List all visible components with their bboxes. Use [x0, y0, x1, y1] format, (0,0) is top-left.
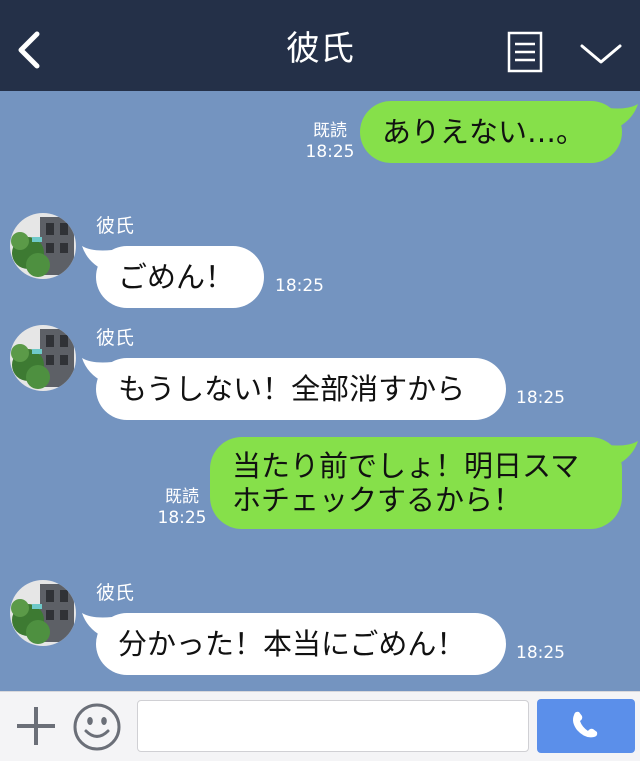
menu-button[interactable]	[507, 31, 543, 73]
emoji-button[interactable]	[72, 702, 122, 752]
back-button[interactable]	[10, 28, 50, 72]
read-label: 既読	[165, 487, 199, 507]
chat-header: 彼氏	[0, 0, 640, 91]
collapse-button[interactable]	[578, 36, 624, 70]
menu-icon	[507, 31, 543, 73]
avatar-image	[10, 325, 76, 391]
message-bubble[interactable]: ありえない…。	[360, 101, 622, 163]
message-bubble[interactable]: 当たり前でしょ！明日スマ ホチェックするから！	[210, 437, 622, 529]
avatar[interactable]	[10, 580, 76, 646]
message-time: 18:25	[516, 643, 565, 663]
avatar-image	[10, 213, 76, 279]
emoji-icon	[73, 703, 121, 751]
avatar[interactable]	[10, 325, 76, 391]
message-input[interactable]	[137, 700, 529, 752]
message-time: 18:25	[275, 276, 324, 296]
phone-icon	[573, 711, 598, 738]
message-time: 18:25	[305, 142, 355, 162]
message-time: 18:25	[157, 508, 207, 528]
read-label: 既読	[313, 121, 347, 141]
input-bar	[0, 691, 640, 761]
message-bubble[interactable]: もうしない！全部消すから	[96, 358, 506, 420]
add-button[interactable]	[14, 704, 58, 748]
read-receipt: 既読 18:25	[305, 121, 355, 163]
message-text: ごめん！	[118, 260, 235, 294]
chat-title: 彼氏	[286, 29, 354, 69]
chat-area[interactable]: 既読 18:25 ありえない…。 彼氏 ごめん！ 18:25 彼氏 もうしない！…	[0, 91, 640, 691]
message-text: 分かった！本当にごめん！	[118, 627, 466, 661]
message-time: 18:25	[516, 388, 565, 408]
avatar-image	[10, 580, 76, 646]
chevron-down-icon	[580, 44, 622, 64]
avatar[interactable]	[10, 213, 76, 279]
message-text: もうしない！全部消すから	[118, 372, 466, 406]
message-bubble[interactable]: 分かった！本当にごめん！	[96, 613, 506, 675]
plus-icon	[17, 707, 55, 745]
message-text: 当たり前でしょ！明日スマ ホチェックするから！	[232, 449, 580, 517]
sender-name: 彼氏	[96, 327, 135, 349]
call-button[interactable]	[537, 699, 635, 753]
read-receipt: 既読 18:25	[157, 487, 207, 529]
sender-name: 彼氏	[96, 215, 135, 237]
sender-name: 彼氏	[96, 582, 135, 604]
message-bubble[interactable]: ごめん！	[96, 246, 264, 308]
chevron-left-icon	[18, 31, 40, 69]
message-text: ありえない…。	[382, 115, 586, 149]
